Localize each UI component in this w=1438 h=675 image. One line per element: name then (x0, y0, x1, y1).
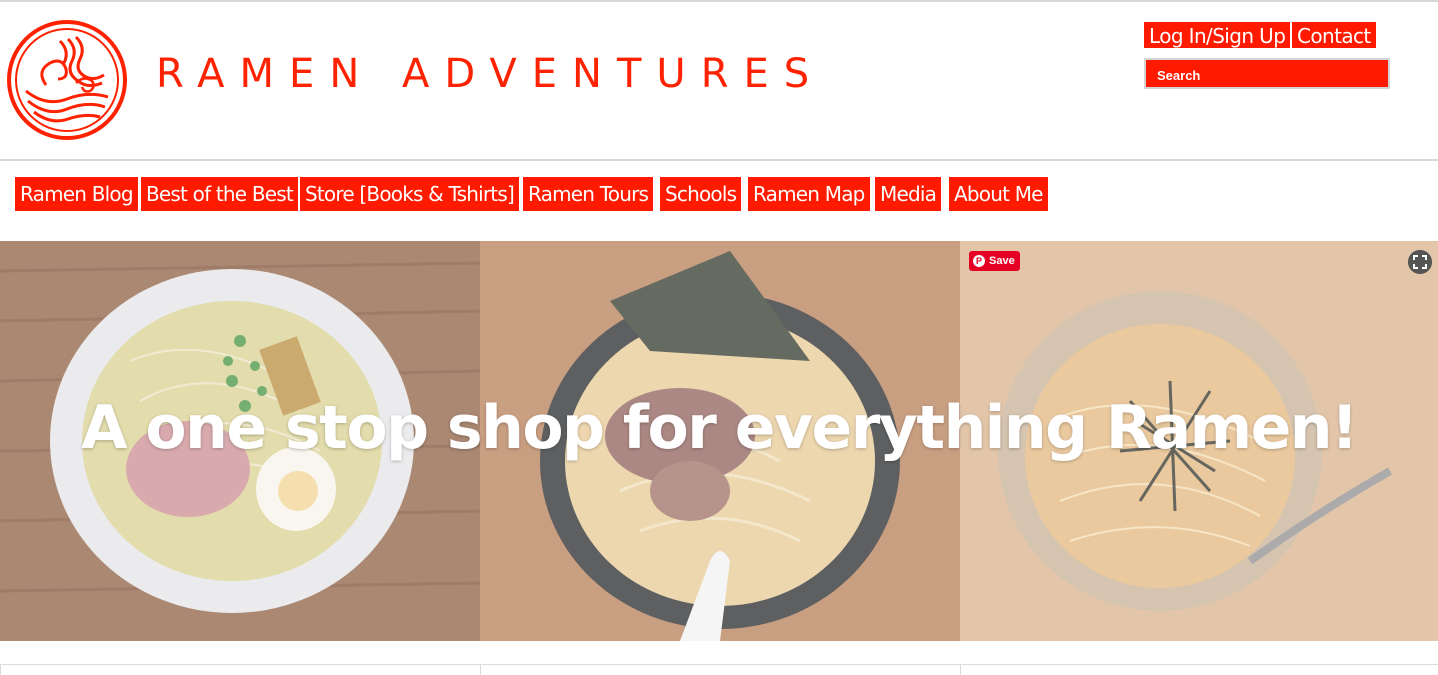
column-separator (0, 665, 1, 675)
nav-item-ramen-map[interactable]: Ramen Map (748, 177, 870, 211)
site-title[interactable]: RAMEN ADVENTURES (156, 52, 824, 96)
nav-item-ramen-blog[interactable]: Ramen Blog (15, 177, 138, 211)
ramen-bowl-logo-icon[interactable] (6, 19, 128, 141)
nav-item-store[interactable]: Store [Books & Tshirts] (300, 177, 519, 211)
hero-banner: A one stop shop for everything Ramen! (0, 241, 1438, 641)
hero-headline: A one stop shop for everything Ramen! (81, 393, 1358, 463)
pinterest-icon: P (973, 255, 985, 267)
content-divider (0, 664, 1438, 665)
nav-item-media[interactable]: Media (875, 177, 942, 211)
header-divider (0, 159, 1438, 161)
column-separator (480, 665, 481, 675)
search-input[interactable] (1146, 60, 1388, 87)
pinterest-save-button[interactable]: P Save (969, 251, 1020, 271)
nav-item-about-me[interactable]: About Me (949, 177, 1048, 211)
nav-item-ramen-tours[interactable]: Ramen Tours (523, 177, 654, 211)
contact-button[interactable]: Contact (1292, 22, 1376, 48)
pin-save-label: Save (989, 255, 1015, 267)
top-border (0, 0, 1438, 2)
search-box (1144, 58, 1390, 89)
login-signup-button[interactable]: Log In/Sign Up (1144, 22, 1291, 48)
nav-item-best-of-the-best[interactable]: Best of the Best (141, 177, 298, 211)
nav-item-schools[interactable]: Schools (660, 177, 742, 211)
column-separator (960, 665, 961, 675)
expand-icon[interactable] (1408, 250, 1432, 274)
